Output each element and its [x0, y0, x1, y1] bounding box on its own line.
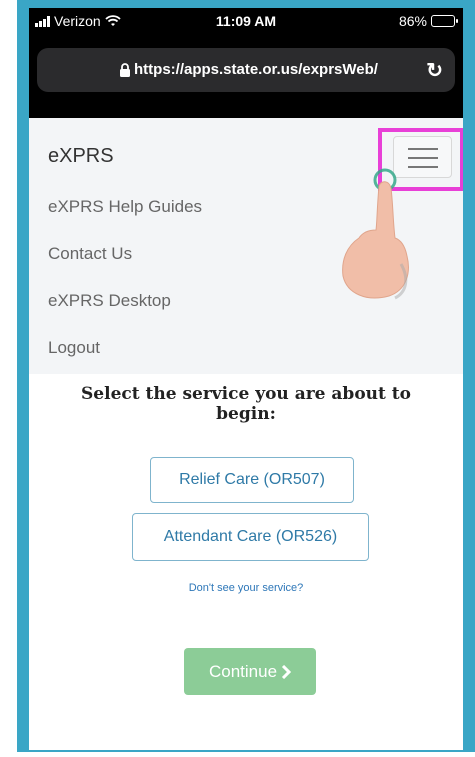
url-text: https://apps.state.or.us/exprsWeb/ [134, 61, 378, 78]
url-display[interactable]: https://apps.state.or.us/exprsWeb/ [119, 61, 378, 78]
menu-item-exprs-desktop[interactable]: eXPRS Desktop [48, 291, 171, 311]
brand-title[interactable]: eXPRS [48, 145, 114, 168]
chevron-right-icon [281, 664, 292, 679]
lock-icon [120, 62, 130, 77]
continue-button[interactable]: Continue [184, 648, 316, 695]
browser-chrome: https://apps.state.or.us/exprsWeb/ ↻ [29, 34, 463, 118]
menu-item-help-guides[interactable]: eXPRS Help Guides [48, 197, 202, 217]
address-bar[interactable]: https://apps.state.or.us/exprsWeb/ ↻ [37, 48, 455, 92]
battery-percent: 86% [398, 13, 427, 29]
missing-service-link[interactable]: Don't see your service? [29, 582, 463, 594]
status-time: 11:09 AM [215, 13, 277, 29]
menu-item-logout[interactable]: Logout [48, 338, 100, 358]
relief-care-button[interactable]: Relief Care (OR507) [150, 457, 354, 503]
menu-item-contact-us[interactable]: Contact Us [48, 244, 132, 264]
service-prompt: Select the service you are about to begi… [81, 384, 411, 424]
reload-icon[interactable]: ↻ [426, 58, 443, 83]
status-right: 86% [398, 13, 458, 29]
status-bar: Verizon 11:09 AM 86% [29, 8, 463, 34]
continue-label: Continue [208, 661, 278, 681]
phone-screen: Verizon 11:09 AM 86% https://apps.state.… [29, 8, 463, 750]
pointing-hand-icon [342, 168, 409, 300]
attendant-care-button[interactable]: Attendant Care (OR526) [132, 513, 369, 561]
battery-icon [431, 15, 458, 27]
